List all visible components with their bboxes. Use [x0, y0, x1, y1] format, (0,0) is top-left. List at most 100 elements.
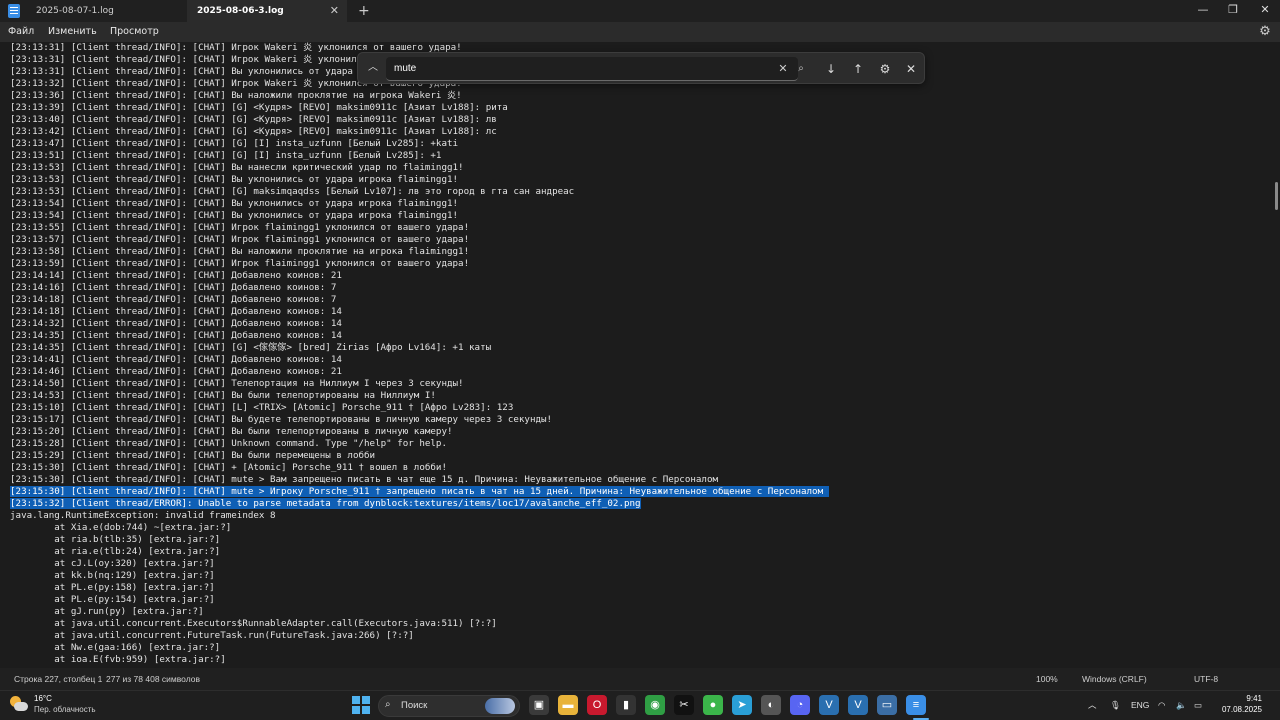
log-line: [23:13:54] [Client thread/INFO]: [CHAT] … [10, 198, 459, 209]
taskbar: 16°C Пер. облачность ⌕ Поиск ▣ ▬ O ▮ ◉ ✂ ● ➤ ◐ ◔ V… [0, 690, 1280, 720]
log-line: [23:14:18] [Client thread/INFO]: [CHAT] … [10, 306, 342, 317]
log-line: [23:13:59] [Client thread/INFO]: [CHAT] … [10, 258, 470, 269]
log-line: [23:15:30] [Client thread/INFO]: [CHAT] … [10, 474, 719, 485]
status-bar: Строка 227, столбец 1 277 из 78 408 симв… [0, 668, 1280, 690]
chrome-icon[interactable]: ◉ [645, 695, 665, 715]
title-bar: 2025-08-07-1.log 2025-08-06-3.log ✕ + — … [0, 0, 1280, 22]
log-line: at Xia.e(dob:744) ~[extra.jar:?] [10, 522, 232, 533]
opera-icon[interactable]: O [587, 695, 607, 715]
task-view-icon[interactable]: ▣ [529, 695, 549, 715]
log-line: [23:14:50] [Client thread/INFO]: [CHAT] … [10, 378, 464, 389]
weather-temperature[interactable]: 16°C [34, 694, 52, 703]
chevron-up-icon[interactable]: ︿ [1088, 691, 1097, 719]
search-icon: ⌕ [385, 699, 391, 710]
log-line: [23:14:41] [Client thread/INFO]: [CHAT] … [10, 354, 342, 365]
windows-start-icon[interactable] [351, 695, 371, 715]
log-line: at PL.e(py:154) [extra.jar:?] [10, 594, 215, 605]
wifi-icon[interactable]: ◠ [1158, 691, 1165, 719]
text-editor[interactable]: [23:13:31] [Client thread/INFO]: [CHAT] … [0, 42, 1280, 668]
battery-icon[interactable]: ▭ [1194, 691, 1202, 719]
log-line: [23:13:47] [Client thread/INFO]: [CHAT] … [10, 138, 459, 149]
menu-edit[interactable]: Изменить [48, 22, 97, 42]
partly-cloudy-icon[interactable] [8, 696, 28, 714]
log-line: [23:13:53] [Client thread/INFO]: [CHAT] … [10, 186, 575, 197]
log-line: [23:15:10] [Client thread/INFO]: [CHAT] … [10, 402, 514, 413]
search-icon[interactable]: ⌕ [794, 60, 808, 78]
zoom-level[interactable]: 100% [1036, 668, 1058, 690]
menu-file[interactable]: Файл [8, 22, 34, 42]
log-line: [23:13:42] [Client thread/INFO]: [CHAT] … [10, 126, 497, 137]
log-line: [23:14:46] [Client thread/INFO]: [CHAT] … [10, 366, 342, 377]
vortex-icon[interactable]: V [819, 695, 839, 715]
gear-icon[interactable]: ⚙ [1258, 25, 1272, 39]
taskbar-search[interactable]: ⌕ Поиск [378, 695, 520, 717]
clock-time[interactable]: 9:41 [1212, 694, 1262, 703]
log-line: at kk.b(nq:129) [extra.jar:?] [10, 570, 215, 581]
tab-label: 2025-08-07-1.log [36, 6, 114, 16]
log-line: [23:14:18] [Client thread/INFO]: [CHAT] … [10, 294, 337, 305]
find-options-icon[interactable]: ⚙ [874, 58, 896, 80]
log-line: at PL.e(py:158) [extra.jar:?] [10, 582, 215, 593]
log-line: [23:13:39] [Client thread/INFO]: [CHAT] … [10, 102, 508, 113]
tab-2025-08-06-3-active[interactable]: 2025-08-06-3.log ✕ [187, 0, 347, 22]
microphone-icon[interactable]: 🎙 [1110, 691, 1121, 719]
log-line: [23:14:53] [Client thread/INFO]: [CHAT] … [10, 390, 436, 401]
vortex-2-icon[interactable]: V [848, 695, 868, 715]
log-line: [23:15:17] [Client thread/INFO]: [CHAT] … [10, 414, 553, 425]
close-tab-icon[interactable]: ✕ [330, 0, 339, 22]
encoding[interactable]: UTF-8 [1194, 668, 1218, 690]
log-line: [23:13:53] [Client thread/INFO]: [CHAT] … [10, 162, 464, 173]
language-indicator[interactable]: ENG [1131, 691, 1149, 719]
log-line: [23:13:36] [Client thread/INFO]: [CHAT] … [10, 90, 462, 101]
log-line: [23:15:28] [Client thread/INFO]: [CHAT] … [10, 438, 447, 449]
log-line: at Nw.e(gaa:166) [extra.jar:?] [10, 642, 221, 653]
close-find-icon[interactable]: ✕ [900, 58, 922, 80]
find-previous-icon[interactable]: ↑ [847, 58, 869, 80]
log-line-selected: [23:15:30] [Client thread/INFO]: [CHAT] … [10, 486, 829, 497]
log-line: [23:13:57] [Client thread/INFO]: [CHAT] … [10, 234, 470, 245]
maximize-icon[interactable]: ❐ [1218, 0, 1248, 22]
log-line: [23:13:55] [Client thread/INFO]: [CHAT] … [10, 222, 470, 233]
minimize-icon[interactable]: — [1188, 0, 1218, 22]
log-line: at ioa.E(fvb:959) [extra.jar:?] [10, 654, 226, 665]
telegram-icon[interactable]: ➤ [732, 695, 752, 715]
capcut-icon[interactable]: ✂ [674, 695, 694, 715]
notepad-icon[interactable]: ≡ [906, 695, 926, 715]
log-line: [23:13:40] [Client thread/INFO]: [CHAT] … [10, 114, 497, 125]
clock-date[interactable]: 07.08.2025 [1212, 705, 1262, 714]
log-line: [23:14:35] [Client thread/INFO]: [CHAT] … [10, 330, 342, 341]
flashlight-app-icon[interactable]: ▮ [616, 695, 636, 715]
find-input[interactable] [386, 57, 798, 81]
discord-icon[interactable]: ◔ [790, 695, 810, 715]
search-highlight-image [485, 698, 515, 714]
log-line: at gJ.run(py) [extra.jar:?] [10, 606, 204, 617]
volume-icon[interactable]: 🔈 [1176, 691, 1187, 719]
tab-2025-08-07-1[interactable]: 2025-08-07-1.log [26, 0, 186, 22]
monitor-app-icon[interactable]: ▭ [877, 695, 897, 715]
close-window-icon[interactable]: ✕ [1250, 0, 1280, 22]
new-tab-button[interactable]: + [358, 0, 370, 22]
green-app-icon[interactable]: ● [703, 695, 723, 715]
weather-description[interactable]: Пер. облачность [34, 705, 96, 714]
file-explorer-icon[interactable]: ▬ [558, 695, 578, 715]
clear-icon[interactable]: ✕ [776, 60, 790, 78]
find-next-icon[interactable]: ↓ [820, 58, 842, 80]
character-count: 277 из 78 408 символов [106, 674, 201, 684]
log-line: [23:13:53] [Client thread/INFO]: [CHAT] … [10, 174, 459, 185]
mouse-app-icon[interactable]: ◐ [761, 695, 781, 715]
log-line: java.lang.RuntimeException: invalid fram… [10, 510, 276, 521]
log-line: [23:14:16] [Client thread/INFO]: [CHAT] … [10, 282, 337, 293]
log-line: at ria.b(tlb:35) [extra.jar:?] [10, 534, 221, 545]
log-line: [23:13:58] [Client thread/INFO]: [CHAT] … [10, 246, 470, 257]
log-line: at ria.e(tlb:24) [extra.jar:?] [10, 546, 221, 557]
menu-view[interactable]: Просмотр [110, 22, 159, 42]
scrollbar-thumb[interactable] [1275, 182, 1278, 210]
line-ending[interactable]: Windows (CRLF) [1082, 668, 1147, 690]
log-line: [23:13:51] [Client thread/INFO]: [CHAT] … [10, 150, 442, 161]
log-line: [23:15:29] [Client thread/INFO]: [CHAT] … [10, 450, 376, 461]
log-line: [23:14:32] [Client thread/INFO]: [CHAT] … [10, 318, 342, 329]
collapse-icon[interactable]: ︿ [364, 59, 382, 77]
menu-bar: Файл Изменить Просмотр ⚙ [0, 22, 1280, 42]
log-line: [23:14:14] [Client thread/INFO]: [CHAT] … [10, 270, 342, 281]
log-lines: [23:13:31] [Client thread/INFO]: [CHAT] … [10, 42, 1260, 666]
